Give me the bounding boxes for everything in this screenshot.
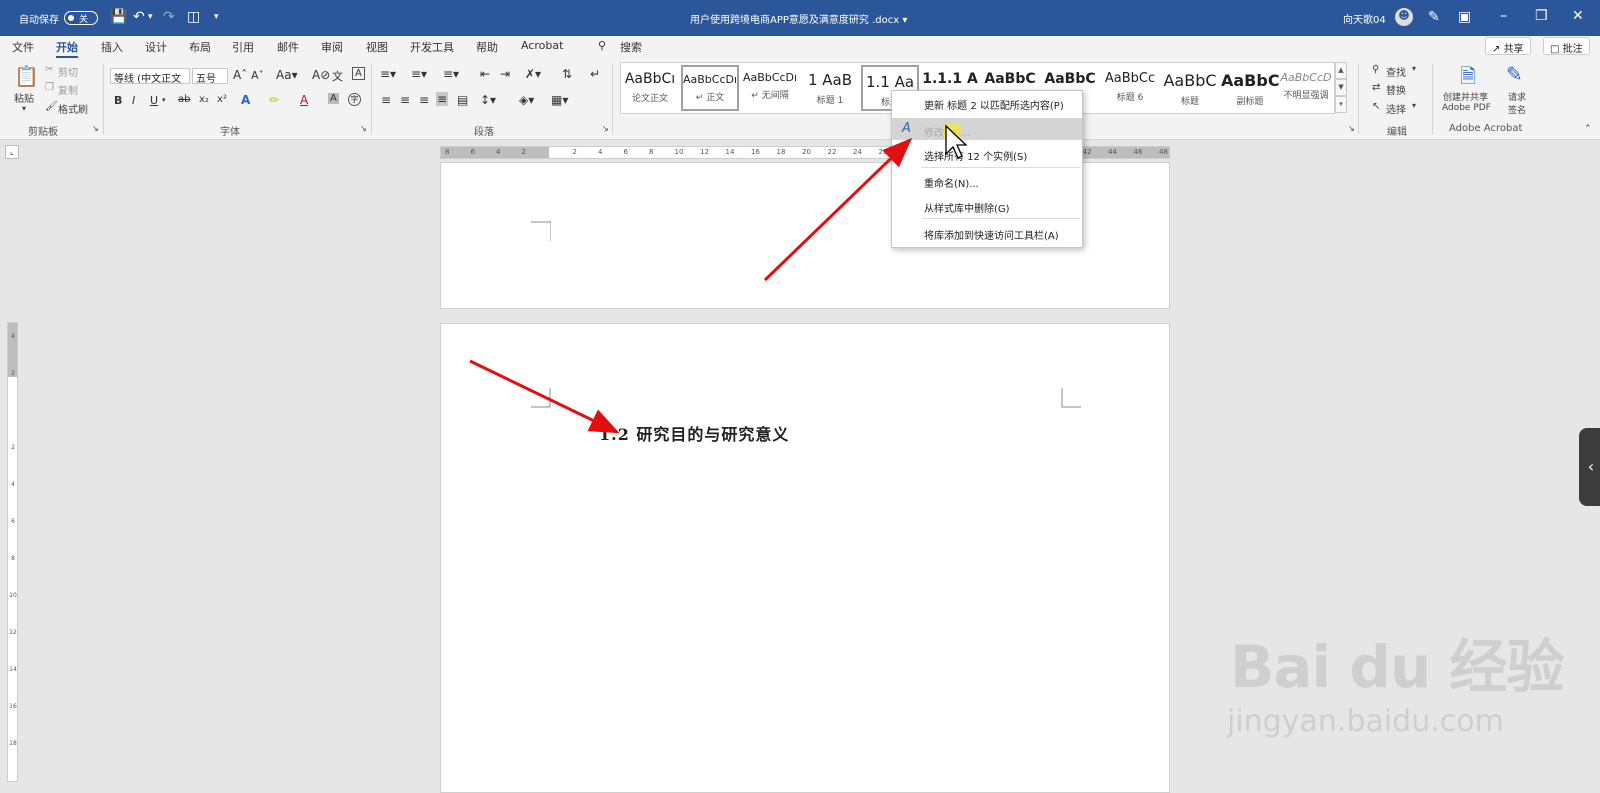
side-panel-toggle[interactable]: ‹	[1579, 428, 1600, 506]
watermark-url: jingyan.baidu.com	[1227, 704, 1504, 739]
arrow-to-heading	[469, 359, 620, 434]
arrow-to-modify	[763, 137, 913, 282]
chevron-left-icon: ‹	[1587, 457, 1595, 476]
watermark-logo: Bai du 经验	[1230, 633, 1564, 701]
